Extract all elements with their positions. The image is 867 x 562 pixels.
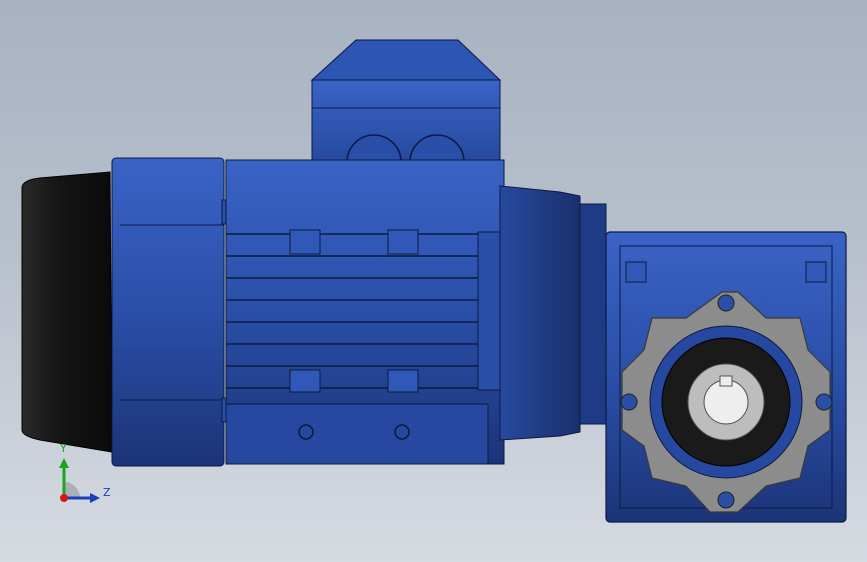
worm-gearbox [605,231,847,523]
origin-dot [60,494,68,502]
z-axis-label: Z [103,486,111,499]
y-axis-label: Y [60,442,67,455]
cad-viewport[interactable]: Y Z [0,0,867,562]
fan-cover [21,171,113,453]
motor-flange [499,185,607,441]
rear-end-shield [111,157,237,467]
motor-model [21,39,847,523]
motor-frame [225,159,515,465]
